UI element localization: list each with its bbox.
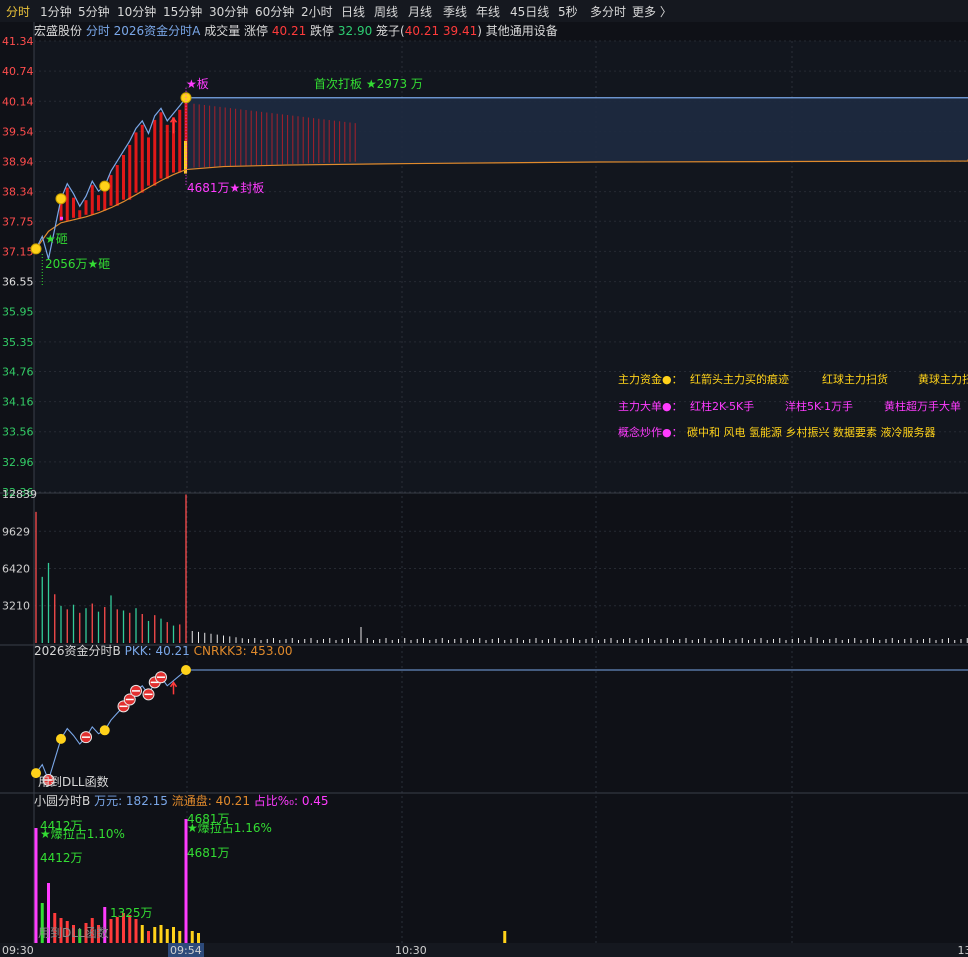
legend-row2-item: 黄柱超万手大单 bbox=[884, 399, 961, 413]
price-tick-label: 40.74 bbox=[2, 65, 34, 78]
legend-row1-item: 红箭头主力买的痕迹 bbox=[690, 372, 789, 386]
price-tick-label: 34.76 bbox=[2, 365, 34, 378]
price-tick-label: 40.14 bbox=[2, 95, 34, 108]
panel-c-bar bbox=[178, 931, 182, 943]
panel-c-bar bbox=[190, 931, 194, 943]
panel-c-bar bbox=[172, 927, 175, 943]
panel-c-bar bbox=[503, 931, 507, 943]
panel-c-ann2-bot: 4681万 bbox=[187, 846, 230, 860]
magenta-dot bbox=[60, 216, 63, 220]
buy-ball bbox=[30, 243, 42, 255]
price-tick-label: 38.94 bbox=[2, 156, 34, 169]
legend-row3-text: 碳中和 风电 氢能源 乡村振兴 数据要素 液冷服务器 bbox=[687, 425, 935, 439]
panel-c-ann2-mid: ★爆拉占1.16% bbox=[187, 820, 272, 835]
price-tick-label: 37.15 bbox=[2, 245, 34, 258]
panel-c-ann1-mid: ★爆拉占1.10% bbox=[40, 826, 125, 841]
panel-c-bar bbox=[109, 919, 113, 943]
price-tick-label: 41.34 bbox=[2, 35, 34, 48]
volume-tick-label: 12839 bbox=[2, 488, 37, 501]
price-tick-label: 35.95 bbox=[2, 306, 34, 319]
intraday-chart: 41.34 40.74 40.14 39.54 38.94 38.34 37.75 37.15… bbox=[0, 22, 968, 957]
panel-c-footer: 用到DLL函数 bbox=[38, 925, 109, 940]
x-tick-label: 09:30 bbox=[2, 944, 34, 957]
first-board-annotation: 首次打板 ★2973 万 bbox=[314, 77, 423, 91]
smash-annotation: ★砸 bbox=[45, 232, 68, 246]
panel-c-header: 小圆分时B 万元: 182.15 流通盘: 40.21 占比%₀: 0.45 bbox=[34, 793, 329, 808]
price-tick-label: 37.75 bbox=[2, 215, 34, 228]
price-tick-label: 38.34 bbox=[2, 186, 34, 199]
price-tick-label: 36.55 bbox=[2, 276, 34, 289]
buy-ball bbox=[99, 180, 111, 192]
panel-c-ann1-bot: 4412万 bbox=[40, 851, 83, 865]
panel-c-ann3: 1325万 bbox=[110, 906, 153, 920]
seal-annotation: 4681万★封板 bbox=[187, 181, 264, 195]
smash-amount-annotation: 2056万★砸 bbox=[45, 257, 110, 271]
panel-b-yellow-ball bbox=[181, 665, 191, 675]
volume-tick-label: 9629 bbox=[2, 525, 30, 538]
legend-row1-label: 主力资金●： bbox=[618, 372, 683, 386]
x-axis-bar bbox=[0, 943, 968, 957]
panel-b-yellow-ball bbox=[99, 725, 110, 736]
panel-c-bar bbox=[147, 931, 150, 943]
panel-c-bar bbox=[197, 933, 200, 943]
legend-row3-label: 概念炒作●： bbox=[618, 425, 683, 439]
panel-c-bar bbox=[184, 819, 188, 943]
x-tick-label: 09:54 bbox=[170, 944, 202, 957]
price-tick-label: 39.54 bbox=[2, 125, 34, 138]
panel-c-bar bbox=[153, 927, 157, 943]
panel-c-bar bbox=[115, 917, 119, 943]
panel-c-bar bbox=[159, 925, 163, 943]
panel-b-yellow-ball bbox=[56, 733, 66, 744]
legend-row2-item: 红柱2K-5K手 bbox=[690, 399, 754, 413]
panel-b-footer: 用到DLL函数 bbox=[38, 774, 109, 789]
volume-tick-label: 3210 bbox=[2, 600, 30, 613]
legend-row1-item: 黄球主力扫 bbox=[918, 372, 968, 386]
info-bar: 宏盛股份 分时 2026资金分时A 成交量 涨停 40.21 跌停 32.90 … bbox=[34, 23, 558, 38]
volume-tick-label: 6420 bbox=[2, 562, 30, 575]
legend-row2-label: 主力大单●： bbox=[618, 399, 683, 413]
buy-ball bbox=[55, 193, 67, 205]
panel-c-bar bbox=[140, 925, 144, 943]
price-tick-label: 35.35 bbox=[2, 336, 34, 349]
panel-b-header: 2026资金分时B PKK: 40.21 CNRKK3: 453.00 bbox=[34, 643, 293, 658]
board-annotation: ★板 bbox=[186, 77, 209, 91]
panel-c-bar bbox=[165, 929, 169, 943]
x-tick-label: 10:30 bbox=[395, 944, 427, 957]
x-tick-label: 13:00 bbox=[958, 944, 968, 957]
price-tick-label: 32.96 bbox=[2, 456, 34, 469]
price-tick-label: 33.56 bbox=[2, 426, 34, 439]
legend-row1-item: 红球主力扫货 bbox=[822, 372, 888, 386]
legend-row2-item: 洋柱5K-1万手 bbox=[785, 399, 853, 413]
panel-c-bar bbox=[134, 919, 138, 943]
price-tick-label: 34.16 bbox=[2, 396, 34, 409]
